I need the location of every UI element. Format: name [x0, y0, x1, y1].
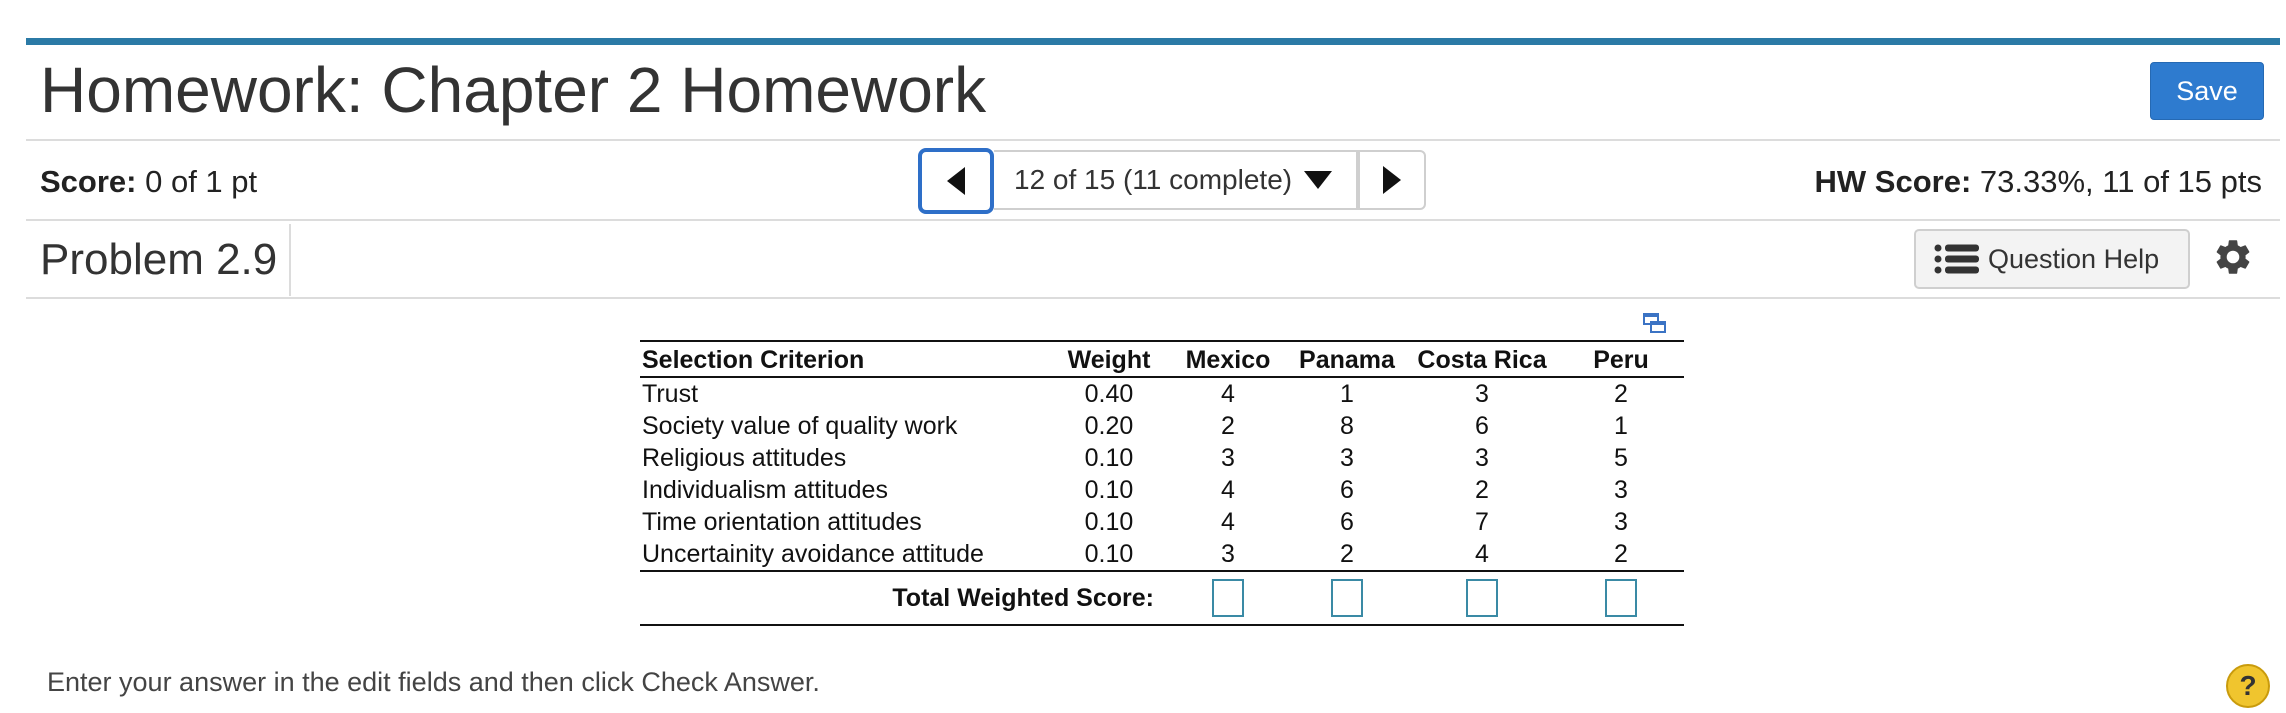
- question-navigator: 12 of 15 (11 complete): [918, 148, 1427, 214]
- question-position-label: 12 of 15 (11 complete): [1014, 164, 1293, 195]
- table-cell: 4: [1221, 380, 1235, 408]
- costa-rica-score-input[interactable]: [1466, 579, 1498, 617]
- save-button[interactable]: Save: [2150, 62, 2264, 120]
- table-cell: 6: [1340, 508, 1354, 536]
- total-weighted-score-row: Total Weighted Score:: [640, 570, 1684, 626]
- column-header: Selection Criterion: [640, 340, 1050, 378]
- table-cell: 1: [1340, 380, 1354, 408]
- table-cell: 8: [1340, 412, 1354, 440]
- arrow-left-icon: [947, 167, 965, 195]
- table-cell: 3: [1221, 540, 1235, 568]
- table-cell: 1: [1614, 412, 1628, 440]
- question-help-label: Question Help: [1988, 243, 2160, 274]
- column-header: Weight: [1050, 340, 1168, 378]
- table-cell: 2: [1221, 412, 1235, 440]
- table-cell: Religious attitudes: [642, 444, 847, 472]
- table-cell: Time orientation attitudes: [642, 508, 922, 536]
- instructions-text: Enter your answer in the edit fields and…: [47, 667, 820, 697]
- question-help-button[interactable]: Question Help: [1914, 229, 2190, 289]
- hw-score-label: HW Score:: [1814, 164, 1972, 199]
- mexico-score-input[interactable]: [1212, 579, 1244, 617]
- table-cell: 2: [1475, 476, 1489, 504]
- problem-title: Problem 2.9: [40, 235, 278, 284]
- table-cell: 2: [1340, 540, 1354, 568]
- previous-question-button[interactable]: [918, 148, 994, 214]
- table-cell: 3: [1475, 380, 1489, 408]
- help-question-icon[interactable]: ?: [2226, 664, 2270, 708]
- table-cell: 5: [1614, 444, 1628, 472]
- table-header-row: Selection Criterion Weight Mexico Panama…: [640, 340, 1684, 378]
- table-row: Individualism attitudes 0.10 4 6 2 3: [640, 474, 1684, 506]
- answer-cell: [1558, 570, 1684, 626]
- table-cell: 6: [1340, 476, 1354, 504]
- table-cell: 2: [1614, 540, 1628, 568]
- table-cell: 3: [1614, 476, 1628, 504]
- table-cell: Trust: [642, 380, 699, 408]
- column-header: Mexico: [1168, 340, 1288, 378]
- table-cell: 2: [1614, 380, 1628, 408]
- divider: [26, 297, 2280, 299]
- divider: [289, 224, 291, 296]
- question-select-dropdown[interactable]: 12 of 15 (11 complete): [994, 150, 1359, 210]
- table-cell: 0.10: [1084, 476, 1134, 504]
- answer-cell: [1406, 570, 1558, 626]
- hw-score-display: HW Score: 73.33%, 11 of 15 pts: [1815, 160, 2262, 204]
- score-value: 0 of 1 pt: [145, 164, 258, 199]
- column-header: Peru: [1558, 340, 1684, 378]
- expand-window-icon[interactable]: [1643, 313, 1667, 340]
- table-cell: 0.20: [1084, 412, 1134, 440]
- table-cell: 0.10: [1084, 540, 1134, 568]
- panama-score-input[interactable]: [1331, 579, 1363, 617]
- column-header: Panama: [1288, 340, 1406, 378]
- table-cell: 6: [1475, 412, 1489, 440]
- score-label: Score:: [40, 164, 137, 199]
- page-title: Homework: Chapter 2 Homework: [40, 54, 987, 126]
- column-header: Costa Rica: [1406, 340, 1558, 378]
- divider: [26, 219, 2280, 221]
- table-row: Uncertainity avoidance attitude 0.10 3 2…: [640, 538, 1684, 571]
- table-row: Society value of quality work 0.20 2 8 6…: [640, 410, 1684, 442]
- next-question-button[interactable]: [1358, 150, 1427, 210]
- table-cell: 0.10: [1084, 444, 1134, 472]
- table-cell: 0.10: [1084, 508, 1134, 536]
- score-display: Score: 0 of 1 pt: [40, 160, 257, 204]
- selection-criteria-table: Selection Criterion Weight Mexico Panama…: [640, 340, 1684, 626]
- total-weighted-score-label: Total Weighted Score:: [640, 570, 1168, 626]
- table-cell: Individualism attitudes: [642, 476, 888, 504]
- table-cell: 3: [1475, 444, 1489, 472]
- table-row: Trust 0.40 4 1 3 2: [640, 377, 1684, 410]
- table-cell: 3: [1221, 444, 1235, 472]
- header-accent-bar: [26, 38, 2280, 45]
- peru-score-input[interactable]: [1605, 579, 1637, 617]
- table-cell: 0.40: [1084, 380, 1134, 408]
- table-cell: 4: [1221, 476, 1235, 504]
- table-row: Time orientation attitudes 0.10 4 6 7 3: [640, 506, 1684, 538]
- table-row: Religious attitudes 0.10 3 3 3 5: [640, 442, 1684, 474]
- divider: [26, 139, 2280, 141]
- table-cell: 7: [1475, 508, 1489, 536]
- table-cell: Uncertainity avoidance attitude: [642, 540, 984, 568]
- table-cell: 4: [1475, 540, 1489, 568]
- gear-icon[interactable]: [2212, 236, 2254, 283]
- answer-cell: [1288, 570, 1406, 626]
- arrow-right-icon: [1383, 166, 1402, 194]
- table-cell: 4: [1221, 508, 1235, 536]
- table-cell: 3: [1340, 444, 1354, 472]
- caret-down-icon: [1304, 171, 1333, 189]
- table-cell: Society value of quality work: [642, 412, 958, 440]
- hw-score-value: 73.33%, 11 of 15 pts: [1979, 164, 2262, 199]
- list-icon: [1934, 243, 1980, 275]
- table-cell: 3: [1614, 508, 1628, 536]
- answer-cell: [1168, 570, 1288, 626]
